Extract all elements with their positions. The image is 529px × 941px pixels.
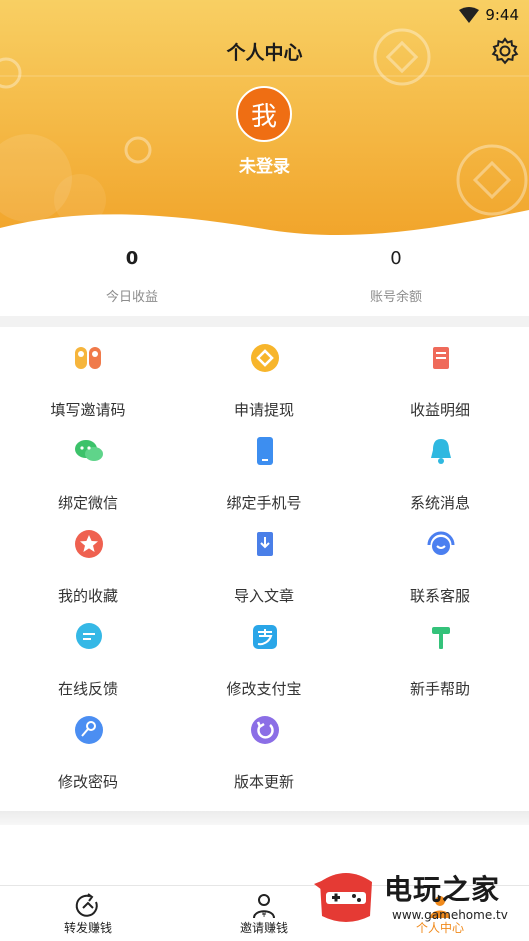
menu-item-label: 修改密码 (57, 773, 118, 791)
menu-item-label: 导入文章 (233, 587, 294, 605)
menu-item-online-feedback[interactable]: 在线反馈 (0, 606, 176, 699)
invite-code-icon (75, 347, 101, 369)
stat-label: 今日收益 (105, 290, 158, 305)
tab-label: 转发赚钱 (63, 921, 112, 935)
menu-item-bind-wechat[interactable]: 绑定微信 (0, 420, 176, 513)
avatar[interactable]: 我 (236, 86, 292, 142)
import-article-icon (257, 532, 273, 556)
status-bar: 9:44 (459, 4, 519, 26)
menu-item-label: 收益明细 (409, 401, 470, 419)
phone-icon (257, 437, 273, 465)
menu-item-favorites[interactable]: 我的收藏 (0, 513, 176, 606)
gamepad-logo-icon (314, 873, 372, 922)
page-title: 个人中心 (226, 42, 303, 64)
bell-icon (431, 439, 451, 464)
menu-item-change-password[interactable]: 修改密码 (0, 699, 176, 792)
stat-value: 0 (390, 248, 402, 269)
income-detail-icon (433, 347, 449, 369)
menu-item-label: 修改支付宝 (226, 680, 302, 698)
menu-item-label: 申请提现 (233, 401, 294, 419)
share-icon (75, 893, 98, 917)
feedback-chat-icon (76, 623, 102, 649)
withdraw-coin-icon (251, 344, 279, 372)
menu-item-bind-phone[interactable]: 绑定手机号 (176, 420, 352, 513)
menu-item-withdraw[interactable]: 申请提现 (176, 327, 352, 420)
refresh-icon (251, 716, 279, 744)
stat-label: 账号余额 (369, 290, 422, 305)
customer-service-icon (427, 531, 455, 555)
menu-item-change-alipay[interactable]: 修改支付宝 (176, 606, 352, 699)
profile-header: 9:44 个人中心 我 未登录 (0, 0, 529, 240)
menu-item-import-article[interactable]: 导入文章 (176, 513, 352, 606)
menu-item-label: 填写邀请码 (50, 401, 126, 419)
stat-value: 0 (125, 248, 139, 269)
menu-item-label: 绑定微信 (57, 494, 118, 512)
settings-gear-icon[interactable] (491, 37, 519, 65)
watermark-brand: 电玩之家 (384, 873, 501, 906)
menu-item-income-detail[interactable]: 收益明细 (352, 327, 528, 420)
stat-account-balance[interactable]: 0 账号余额 (316, 248, 476, 305)
key-icon (75, 716, 103, 744)
login-status[interactable]: 未登录 (0, 152, 529, 177)
wechat-icon (75, 440, 103, 461)
menu-item-label: 版本更新 (233, 773, 294, 791)
menu-item-customer-service[interactable]: 联系客服 (352, 513, 528, 606)
invite-user-icon: ¥ (253, 894, 275, 919)
menu-item-label: 新手帮助 (409, 680, 470, 698)
menu-grid: 填写邀请码 申请提现 收益明细 绑定微信 绑定手机号 系统消息 我的收藏 导入文… (0, 327, 529, 811)
watermark-url: www.gamehome.tv (392, 908, 508, 922)
status-time: 9:44 (485, 6, 519, 24)
menu-item-label: 我的收藏 (57, 587, 118, 605)
tab-share-earn[interactable]: 转发赚钱 (0, 886, 176, 941)
alipay-icon (253, 625, 277, 649)
stat-today-income[interactable]: 0 今日收益 (52, 248, 212, 305)
help-hammer-icon (432, 627, 450, 649)
menu-item-system-message[interactable]: 系统消息 (352, 420, 528, 513)
stats-panel: 0 今日收益 0 账号余额 (0, 240, 529, 316)
menu-item-invite-code[interactable]: 填写邀请码 (0, 327, 176, 420)
menu-item-label: 联系客服 (409, 587, 470, 605)
wifi-icon (459, 7, 480, 23)
menu-item-label: 系统消息 (409, 494, 470, 512)
section-divider (0, 316, 529, 327)
section-divider (0, 811, 529, 825)
star-icon (75, 530, 103, 558)
menu-item-beginner-help[interactable]: 新手帮助 (352, 606, 528, 699)
watermark-logo: 电玩之家 www.gamehome.tv (312, 868, 522, 930)
menu-item-version-update[interactable]: 版本更新 (176, 699, 352, 792)
menu-item-label: 绑定手机号 (226, 494, 302, 512)
menu-item-label: 在线反馈 (57, 680, 118, 698)
svg-text:¥: ¥ (261, 910, 266, 919)
